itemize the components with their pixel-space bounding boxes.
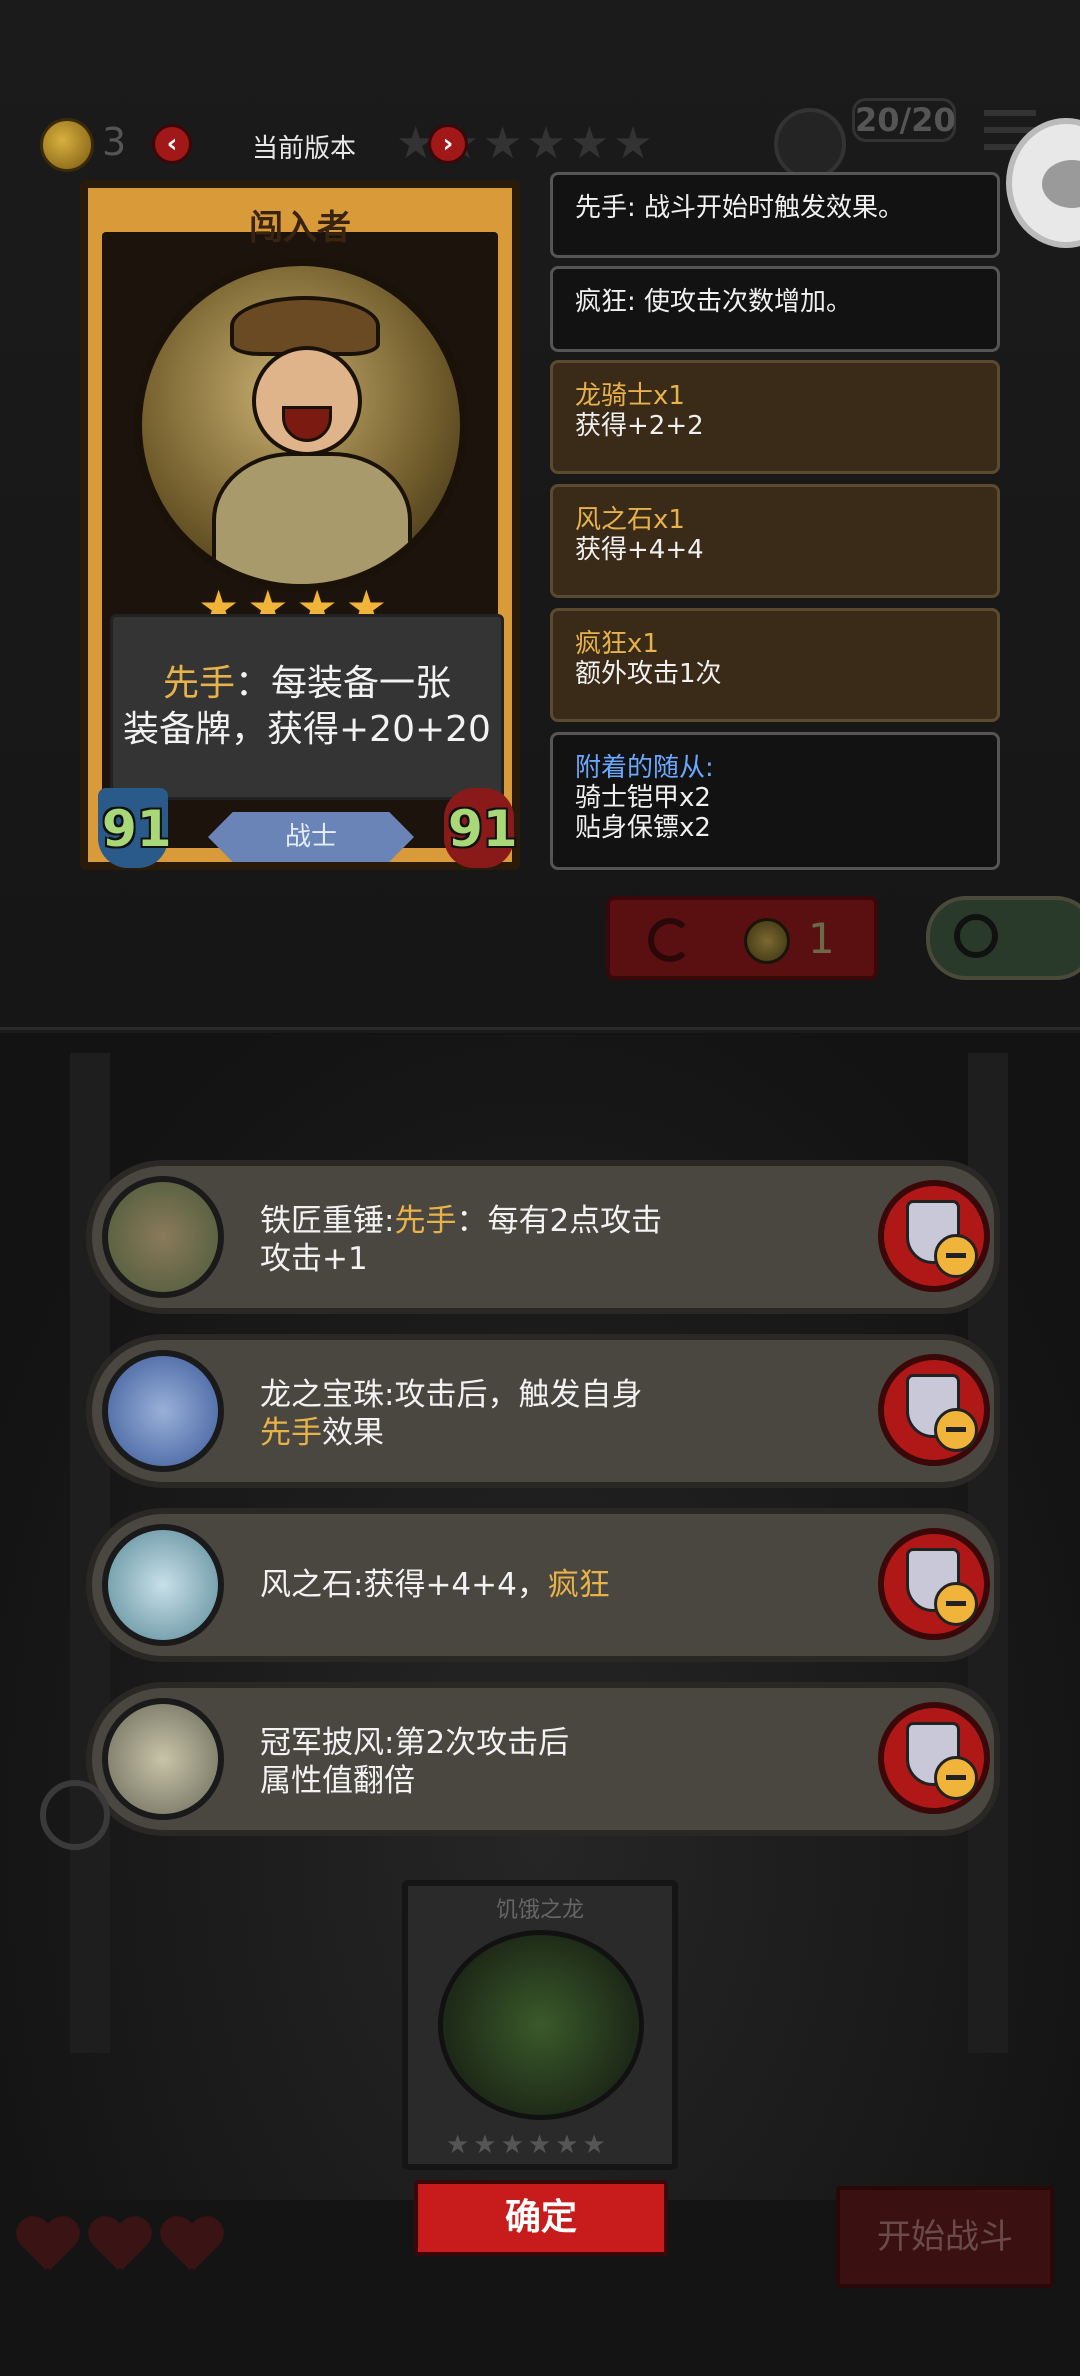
minion-item: 贴身保镖x2 xyxy=(575,813,711,843)
heart-icon xyxy=(16,2218,80,2274)
top-panel: 3 ‹ 当前版本 ★★★★★★ › 20/20 闯入者 ★★★★ 先手：每装备一… xyxy=(0,0,1080,1030)
remove-equipment-button[interactable] xyxy=(878,1702,990,1814)
body-shape xyxy=(212,452,412,584)
search-icon xyxy=(954,914,998,958)
hero-name: 闯入者 xyxy=(249,208,351,248)
equipment-keyword: 疯狂 xyxy=(547,1567,610,1603)
equipment-name: 铁匠重锤: xyxy=(260,1203,395,1239)
equipment-name: 龙之宝珠:攻击后，触发自身 xyxy=(260,1377,643,1413)
equipment-row: 铁匠重锤:先手：每有2点攻击 攻击+1 xyxy=(86,1160,1000,1314)
equipment-effect: 效果 xyxy=(322,1415,384,1451)
attack-value: 91 xyxy=(102,800,172,858)
ability-text-line2: 装备牌，获得+20+20 xyxy=(123,709,491,750)
minions-title: 附着的随从: xyxy=(575,753,714,783)
equipment-text: 铁匠重锤:先手：每有2点攻击 攻击+1 xyxy=(260,1202,860,1278)
equipment-text: 风之石:获得+4+4，疯狂 xyxy=(260,1566,860,1604)
bonus-title: 风之石x1 xyxy=(575,505,685,535)
next-version-button[interactable]: › xyxy=(428,124,468,164)
chevron-left-icon: ‹ xyxy=(166,129,178,159)
equipment-row: 风之石:获得+4+4，疯狂 xyxy=(86,1508,1000,1662)
attached-minions-panel: 附着的随从: 骑士铠甲x2 贴身保镖x2 xyxy=(550,732,1000,870)
bonus-value: 获得+4+4 xyxy=(575,535,704,565)
ability-text-line1: ：每装备一张 xyxy=(235,663,452,704)
health-value: 91 xyxy=(448,800,518,858)
equipment-keyword: 先手 xyxy=(394,1203,457,1239)
remove-equipment-button[interactable] xyxy=(878,1180,990,1292)
heart-icon xyxy=(88,2218,152,2274)
gold-coin-icon xyxy=(40,118,94,172)
equipment-text: 冠军披风:第2次攻击后 属性值翻倍 xyxy=(260,1724,860,1800)
bonus-panel-wind-stone: 风之石x1 获得+4+4 xyxy=(550,484,1000,598)
equipment-effect: ：每有2点攻击 xyxy=(456,1203,663,1239)
minion-item: 骑士铠甲x2 xyxy=(575,783,711,813)
dragon-card[interactable]: 饥饿之龙 ★★★★★★ xyxy=(402,1880,678,2170)
dragon-orb-icon xyxy=(102,1350,224,1472)
bonus-value: 额外攻击1次 xyxy=(575,659,722,689)
remove-equipment-button[interactable] xyxy=(878,1354,990,1466)
dragon-portrait xyxy=(438,1930,644,2120)
bonus-title: 龙骑士x1 xyxy=(575,381,685,411)
equipment-name: 风之石:获得+4+4， xyxy=(260,1567,548,1603)
chevron-right-icon: › xyxy=(442,129,454,159)
refresh-icon xyxy=(648,918,692,962)
start-battle-button[interactable]: 开始战斗 xyxy=(836,2186,1054,2288)
hero-card[interactable]: 闯入者 ★★★★ 先手：每装备一张 装备牌，获得+20+20 91 战士 91 xyxy=(80,180,520,870)
hero-ability-text: 先手：每装备一张 装备牌，获得+20+20 xyxy=(110,614,504,800)
coin-count: 3 xyxy=(102,120,127,164)
prev-version-button[interactable]: ‹ xyxy=(152,124,192,164)
confirm-button[interactable]: 确定 xyxy=(414,2180,668,2256)
dragon-card-name: 饥饿之龙 xyxy=(495,1898,584,1923)
equipment-row: 冠军披风:第2次攻击后 属性值翻倍 xyxy=(86,1682,1000,1836)
equipment-effect-line2: 攻击+1 xyxy=(260,1241,368,1277)
version-label: 当前版本 xyxy=(252,134,357,164)
bonus-title: 疯狂x1 xyxy=(575,629,659,659)
cape-icon xyxy=(102,1698,224,1820)
gold-coin-icon xyxy=(744,918,790,964)
troop-count: 20/20 xyxy=(852,98,956,142)
minus-icon xyxy=(934,1582,978,1626)
anvil-icon xyxy=(102,1176,224,1298)
wind-stone-icon xyxy=(102,1524,224,1646)
equipment-text: 龙之宝珠:攻击后，触发自身 先手效果 xyxy=(260,1376,860,1452)
reroll-button[interactable]: 1 xyxy=(606,896,878,980)
first-strike-text: 先手: 战斗开始时触发效果。 xyxy=(575,193,905,223)
bonus-value: 获得+2+2 xyxy=(575,411,704,441)
frenzy-panel: 疯狂: 使攻击次数增加。 xyxy=(550,266,1000,352)
hero-portrait xyxy=(134,258,468,592)
minus-icon xyxy=(934,1234,978,1278)
dragon-card-stars: ★★★★★★ xyxy=(446,2130,610,2160)
heart-icon xyxy=(160,2218,224,2274)
class-tag: 战士 xyxy=(208,812,414,862)
reroll-cost: 1 xyxy=(808,914,835,963)
equipment-effect-line2: 属性值翻倍 xyxy=(260,1763,415,1799)
bonus-panel-frenzy: 疯狂x1 额外攻击1次 xyxy=(550,608,1000,722)
minus-icon xyxy=(934,1756,978,1800)
equipment-keyword: 先手 xyxy=(260,1415,322,1451)
search-icon[interactable] xyxy=(40,1780,110,1850)
equipment-row: 龙之宝珠:攻击后，触发自身 先手效果 xyxy=(86,1334,1000,1488)
equipment-name: 冠军披风:第2次攻击后 xyxy=(260,1725,570,1761)
minus-icon xyxy=(934,1408,978,1452)
first-strike-panel: 先手: 战斗开始时触发效果。 xyxy=(550,172,1000,258)
avatar xyxy=(774,108,846,180)
ability-keyword: 先手 xyxy=(162,663,235,704)
remove-equipment-button[interactable] xyxy=(878,1528,990,1640)
bonus-panel-dragon-knight: 龙骑士x1 获得+2+2 xyxy=(550,360,1000,474)
chat-bubble-icon xyxy=(1042,160,1080,208)
search-button[interactable] xyxy=(926,896,1080,980)
frenzy-text: 疯狂: 使攻击次数增加。 xyxy=(575,287,853,317)
